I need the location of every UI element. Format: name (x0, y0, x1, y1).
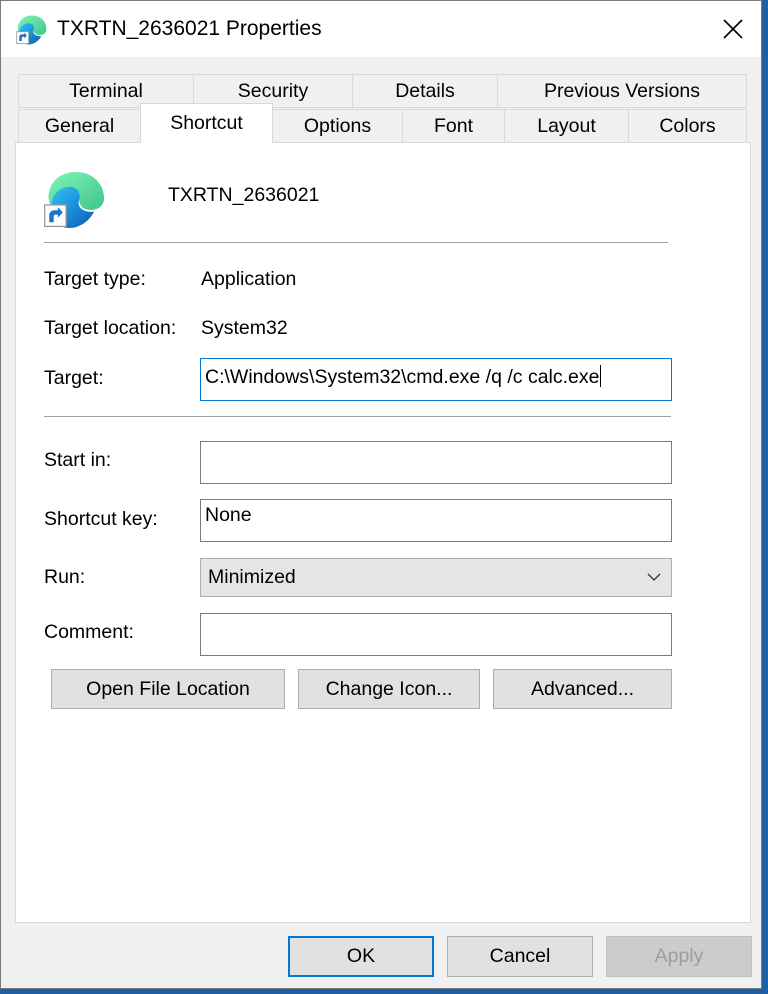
tab-font[interactable]: Font (402, 109, 505, 143)
target-location-value: System32 (201, 317, 288, 339)
advanced-button[interactable]: Advanced... (493, 669, 672, 709)
target-type-value: Application (201, 268, 297, 290)
target-type-label: Target type: (44, 268, 146, 290)
start-in-input[interactable] (200, 441, 672, 484)
ok-button[interactable]: OK (288, 936, 434, 977)
close-button[interactable] (705, 1, 761, 57)
shortcut-name: TXRTN_2636021 (168, 184, 320, 206)
tab-colors[interactable]: Colors (628, 109, 747, 143)
target-input-text: C:\Windows\System32\cmd.exe /q /c calc.e… (205, 366, 600, 388)
change-icon-button[interactable]: Change Icon... (298, 669, 480, 709)
chevron-down-icon (647, 573, 661, 581)
shortcut-key-label: Shortcut key: (44, 508, 158, 530)
properties-window: TXRTN_2636021 Properties Terminal Securi… (0, 0, 762, 989)
run-select[interactable]: Minimized (200, 558, 672, 597)
open-file-location-button[interactable]: Open File Location (51, 669, 285, 709)
run-label: Run: (44, 566, 86, 588)
separator (44, 416, 671, 417)
shortcut-key-input[interactable]: None (200, 499, 672, 542)
title-bar: TXRTN_2636021 Properties (1, 1, 761, 57)
tab-general[interactable]: General (18, 109, 141, 143)
tab-previous-versions[interactable]: Previous Versions (497, 74, 747, 108)
apply-button[interactable]: Apply (606, 936, 752, 977)
edge-shortcut-icon (16, 15, 47, 45)
text-caret (600, 365, 602, 387)
shortcut-panel: TXRTN_2636021 Target type: Application T… (15, 142, 751, 923)
tab-layout[interactable]: Layout (504, 109, 629, 143)
target-label: Target: (44, 367, 104, 389)
separator (44, 242, 668, 243)
tab-details[interactable]: Details (352, 74, 498, 108)
edge-shortcut-icon (43, 171, 105, 229)
cancel-button[interactable]: Cancel (447, 936, 593, 977)
tab-shortcut[interactable]: Shortcut (140, 103, 273, 143)
close-icon (723, 19, 743, 39)
tab-options[interactable]: Options (272, 109, 403, 143)
comment-input[interactable] (200, 613, 672, 656)
run-select-value: Minimized (208, 566, 296, 588)
target-location-label: Target location: (44, 317, 177, 339)
comment-label: Comment: (44, 621, 134, 643)
start-in-label: Start in: (44, 449, 112, 471)
window-title: TXRTN_2636021 Properties (57, 17, 322, 40)
target-input[interactable]: C:\Windows\System32\cmd.exe /q /c calc.e… (200, 358, 672, 401)
